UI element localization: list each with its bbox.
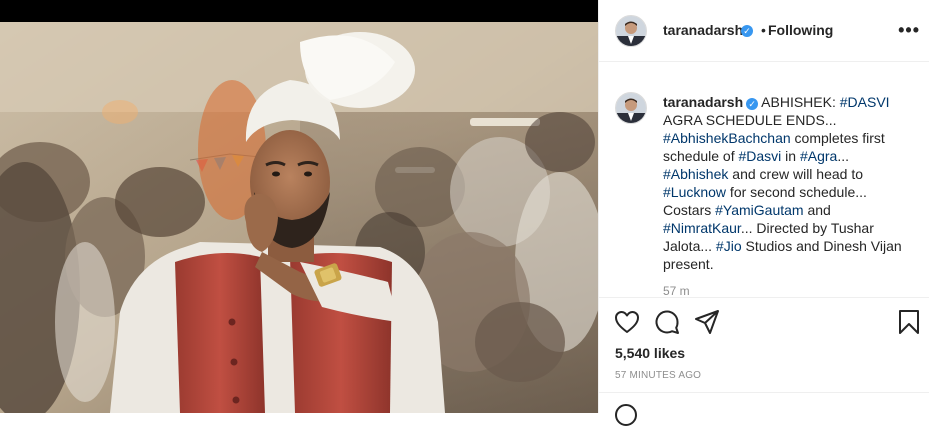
caption-text: ABHISHEK: [761,94,840,110]
caption-text: AGRA SCHEDULE ENDS... [663,112,837,128]
hashtag-link[interactable]: #Abhishek [663,166,728,182]
bookmark-icon[interactable] [895,308,923,336]
avatar-image [616,16,646,46]
verified-badge-icon: ✓ [746,98,759,110]
photo-top-bar [0,0,598,22]
divider [599,392,929,393]
caption-avatar[interactable] [615,92,647,124]
hashtag-link[interactable]: #DASVI [840,94,890,110]
like-count[interactable]: 5,540 likes [615,345,685,361]
hashtag-link[interactable]: #Jio [716,238,742,254]
heart-icon[interactable] [613,308,641,336]
post-image [0,22,598,413]
comment-icon[interactable] [653,308,681,336]
hashtag-link[interactable]: #NimratKaur [663,220,741,236]
hashtag-link[interactable]: #Dasvi [739,148,782,164]
author-username[interactable]: taranadarsh [663,22,743,38]
post-photo[interactable] [0,0,598,413]
verified-badge-icon: ✓ [741,25,753,37]
author-avatar[interactable] [615,15,647,47]
caption-age: 57 m [663,284,690,298]
caption-text: ... [837,148,850,164]
action-bar [599,298,929,346]
post-caption: taranadarsh ✓ ABHISHEK: #DASVI AGRA SCHEDU… [663,93,915,273]
caption-username[interactable]: taranadarsh [663,94,743,110]
caption-text: in [781,148,800,164]
caption-text: and [803,202,831,218]
hashtag-link[interactable]: #Agra [800,148,837,164]
post-side-panel: taranadarsh ✓ • Following ••• taranadars… [598,0,929,426]
caption-area: taranadarsh ✓ ABHISHEK: #DASVI AGRA SCHEDU… [599,62,929,298]
following-button[interactable]: Following [768,22,833,38]
separator-dot: • [761,22,766,38]
hashtag-link[interactable]: #YamiGautam [715,202,803,218]
avatar-image [616,93,646,123]
hashtag-link[interactable]: #AbhishekBachchan [663,130,791,146]
share-icon[interactable] [693,308,721,336]
emoji-icon[interactable] [615,404,637,426]
hashtag-link[interactable]: #Lucknow [663,184,726,200]
caption-text: and crew will head to [728,166,864,182]
post-header: taranadarsh ✓ • Following ••• [599,0,929,62]
more-options-icon[interactable]: ••• [898,20,920,41]
post-timestamp[interactable]: 57 minutes ago [615,370,701,381]
